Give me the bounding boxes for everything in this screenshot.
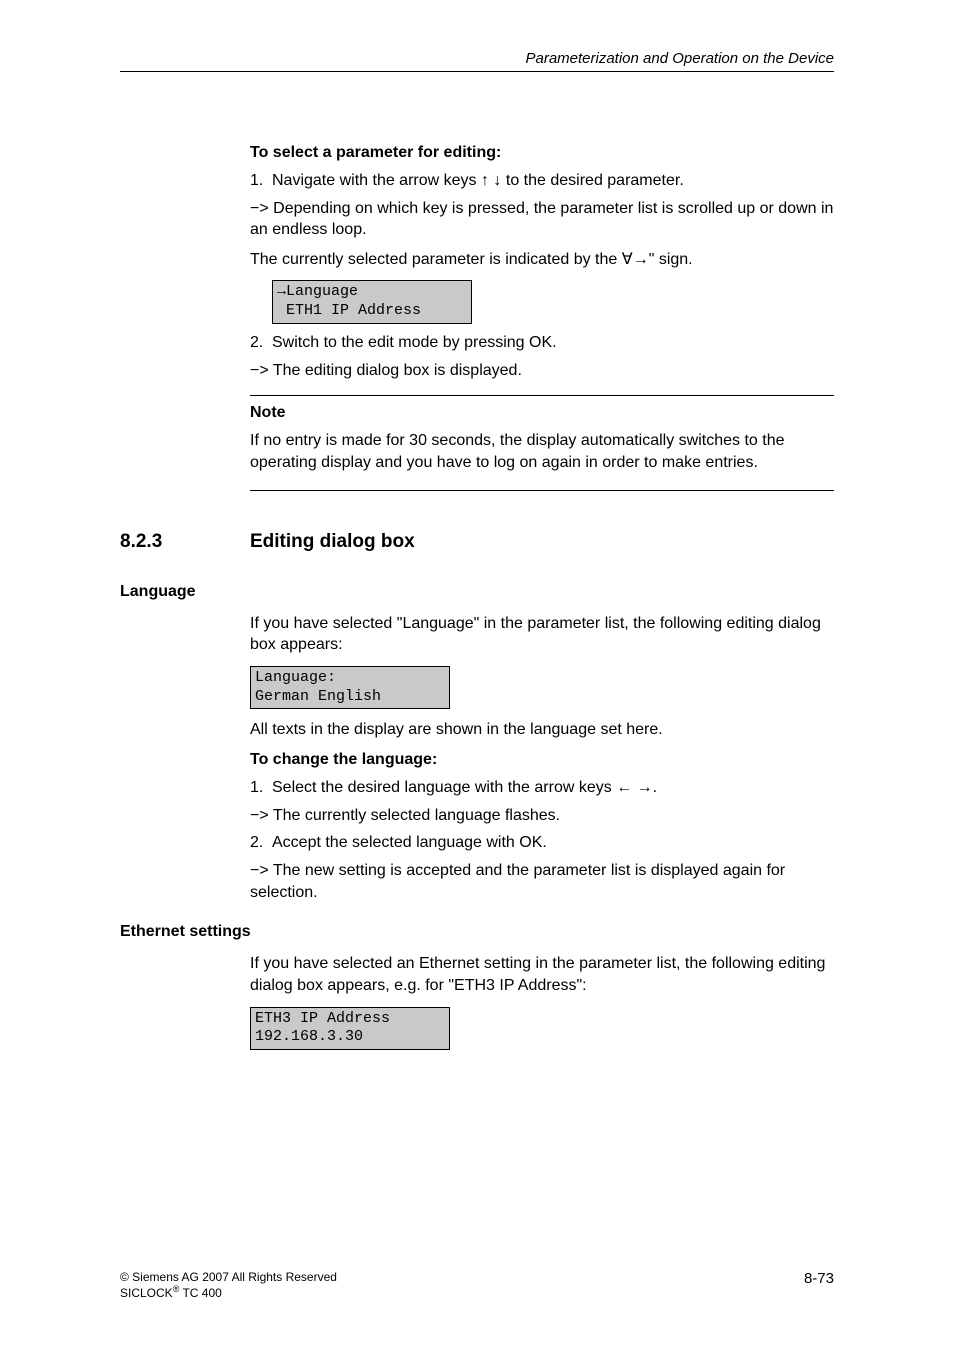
display-box-language: Language: German English xyxy=(250,666,450,710)
arrow-prefix: −> xyxy=(250,362,273,379)
language-side-heading: Language xyxy=(120,583,834,601)
lang-display-l1: Language: xyxy=(255,669,336,686)
eth-display-l1: ETH3 IP Address xyxy=(255,1010,390,1027)
section-title: Editing dialog box xyxy=(250,531,415,553)
change-language-heading: To change the language: xyxy=(250,749,834,771)
product-line: SICLOCK® TC 400 xyxy=(120,1284,337,1300)
step-number: 1. xyxy=(250,172,272,190)
select-param-heading: To select a parameter for editing: xyxy=(250,142,834,164)
lang-display-l2: German English xyxy=(255,688,381,705)
lang-step-1: 1. Select the desired language with the … xyxy=(250,779,834,797)
header-title: Parameterization and Operation on the De… xyxy=(525,50,834,67)
step-number: 2. xyxy=(250,334,272,352)
selection-indicator-icon: ∀→" xyxy=(622,251,655,268)
step-body: Switch to the edit mode by pressing OK. xyxy=(272,334,834,352)
lang-sub1: −> The currently selected language flash… xyxy=(250,805,834,827)
section-number: 8.2.3 xyxy=(120,531,250,553)
page-header: Parameterization and Operation on the De… xyxy=(120,50,834,72)
lang-step-2: 2. Accept the selected language with OK. xyxy=(250,834,834,852)
copyright-line: © Siemens AG 2007 All Rights Reserved xyxy=(120,1270,337,1284)
step-number: 1. xyxy=(250,779,272,797)
left-right-arrows-icon: ← → xyxy=(616,779,652,796)
arrow-prefix: −> xyxy=(250,862,273,879)
language-intro: If you have selected "Language" in the p… xyxy=(250,613,834,656)
footer-left: © Siemens AG 2007 All Rights Reserved SI… xyxy=(120,1270,337,1300)
page-number: 8-73 xyxy=(804,1270,834,1300)
lang-sub2: −> The new setting is accepted and the p… xyxy=(250,860,834,903)
sub2-a: The currently selected parameter is indi… xyxy=(250,251,622,268)
note-block: Note If no entry is made for 30 seconds,… xyxy=(250,395,834,490)
language-after: All texts in the display are shown in th… xyxy=(250,719,834,741)
step1-text-b: to the desired parameter. xyxy=(501,172,683,189)
up-down-arrows-icon: ↑ ↓ xyxy=(481,172,501,189)
arrow-prefix: −> xyxy=(250,807,273,824)
step2-sub1: −> The editing dialog box is displayed. xyxy=(250,360,834,382)
ethernet-intro: If you have selected an Ethernet setting… xyxy=(250,953,834,996)
step-body: Accept the selected language with OK. xyxy=(272,834,834,852)
sub2-b: sign. xyxy=(654,251,692,268)
note-title: Note xyxy=(250,404,834,422)
eth-display-l2: 192.168.3.30 xyxy=(255,1028,363,1045)
step1-sub2: The currently selected parameter is indi… xyxy=(250,249,834,271)
lang-sub2-text: The new setting is accepted and the para… xyxy=(250,862,785,901)
step-body: Navigate with the arrow keys ↑ ↓ to the … xyxy=(272,172,834,190)
lang-sub1-text: The currently selected language flashes. xyxy=(273,807,560,824)
step1-text-a: Navigate with the arrow keys xyxy=(272,172,481,189)
sub3-text: The editing dialog box is displayed. xyxy=(273,362,522,379)
lang-step1-a: Select the desired language with the arr… xyxy=(272,779,616,796)
step-2: 2. Switch to the edit mode by pressing O… xyxy=(250,334,834,352)
note-body: If no entry is made for 30 seconds, the … xyxy=(250,430,834,473)
step-body: Select the desired language with the arr… xyxy=(272,779,834,797)
display-box-language-select: →Language ETH1 IP Address xyxy=(272,280,472,324)
display-box-ethernet: ETH3 IP Address 192.168.3.30 xyxy=(250,1007,450,1051)
arrow-prefix: −> xyxy=(250,200,273,217)
display1-line1: →Language xyxy=(277,283,358,300)
ethernet-side-heading: Ethernet settings xyxy=(120,923,834,941)
display1-line2: ETH1 IP Address xyxy=(277,302,421,319)
page-footer: © Siemens AG 2007 All Rights Reserved SI… xyxy=(120,1270,834,1300)
sub1-text: Depending on which key is pressed, the p… xyxy=(250,200,833,239)
step1-sub1: −> Depending on which key is pressed, th… xyxy=(250,198,834,241)
step-number: 2. xyxy=(250,834,272,852)
section-heading-row: 8.2.3 Editing dialog box xyxy=(120,531,834,553)
lang-step1-b: . xyxy=(653,779,657,796)
step-1: 1. Navigate with the arrow keys ↑ ↓ to t… xyxy=(250,172,834,190)
